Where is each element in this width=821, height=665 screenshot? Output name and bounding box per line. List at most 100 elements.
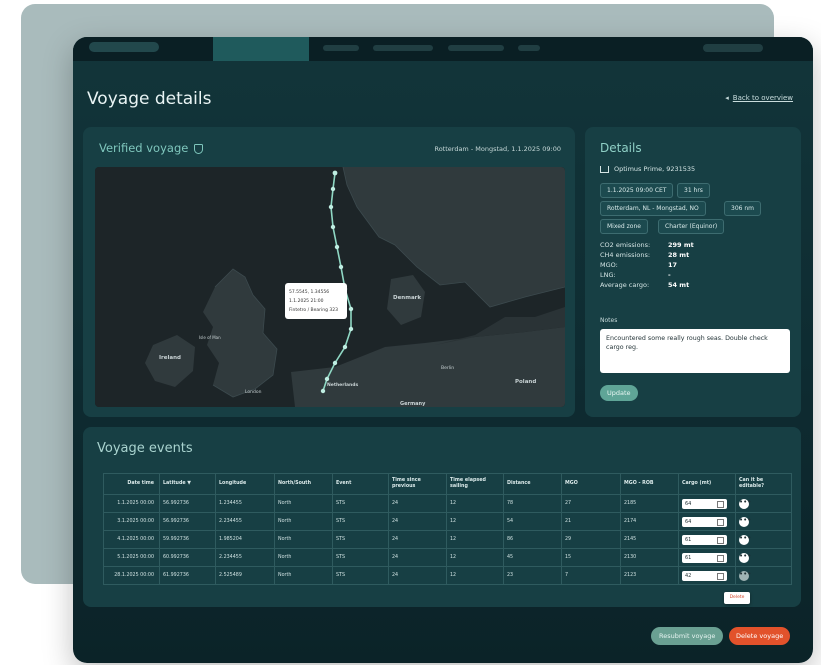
stat-row: MGO: 17: [600, 261, 740, 271]
column-header: Distance: [503, 473, 562, 495]
cell-time-since: 24: [388, 548, 447, 567]
cargo-value: 64: [685, 500, 692, 507]
stat-label: Average cargo:: [600, 281, 650, 289]
cargo-input[interactable]: 42: [682, 570, 727, 581]
cell-mgo: 15: [561, 548, 621, 567]
cell-mgo-rob: 2130: [620, 548, 679, 567]
stat-label: CH4 emissions:: [600, 251, 651, 259]
map-popup-line: 57.5545, 1.34556: [289, 289, 329, 295]
ship-icon: [600, 165, 609, 173]
notes-label: Notes: [600, 317, 618, 324]
more-options-icon[interactable]: •••: [739, 516, 751, 527]
column-header: Date time: [103, 473, 160, 495]
route-point: [332, 360, 338, 366]
route-point: [320, 388, 326, 394]
map-label: Poland: [515, 379, 536, 385]
back-link-label: Back to overview: [732, 94, 793, 102]
route-point: [348, 326, 354, 332]
map-label: Berlin: [441, 365, 454, 371]
stat-row: Average cargo: 54 mt: [600, 281, 740, 291]
stat-label: CO2 emissions:: [600, 241, 651, 249]
cargo-input[interactable]: 61: [682, 552, 727, 563]
cell-actions: •••: [735, 548, 792, 567]
cell-north-south: North: [274, 566, 333, 585]
nav-item[interactable]: [323, 45, 359, 51]
cell-latitude: 56.992736: [159, 512, 216, 531]
notes-textarea[interactable]: Encountered some really rough seas. Doub…: [600, 329, 790, 373]
voyage-map[interactable]: 57.5545, 1.34556 1.1.2025 21:00 Fintetro…: [95, 167, 565, 407]
verified-shield-icon: [194, 143, 204, 154]
cell-latitude: 61.992736: [159, 566, 216, 585]
more-options-icon[interactable]: •••: [739, 498, 751, 509]
route-summary: Rotterdam - Mongstad, 1.1.2025 09:00: [434, 145, 561, 153]
route-point: [334, 244, 340, 250]
delete-tooltip[interactable]: Delete: [724, 592, 750, 604]
route-point: [332, 170, 338, 176]
charter-chip: Charter (Equinor): [658, 219, 725, 234]
cell-time-since: 24: [388, 566, 447, 585]
voyage-events-table: Date time Latitude ▼ Longitude North/Sou…: [103, 473, 792, 585]
cell-datetime: 1.1.2025 00:00: [103, 494, 160, 513]
cell-cargo: 64: [678, 512, 736, 531]
cell-time-elapsed: 12: [446, 494, 504, 513]
route-point: [330, 186, 336, 192]
back-arrow-icon: ◂: [725, 94, 729, 102]
map-popup-line: 1.1.2025 21:00: [289, 298, 324, 304]
cell-longitude: 1.234455: [215, 494, 275, 513]
cargo-input[interactable]: 64: [682, 498, 727, 509]
back-to-overview-link[interactable]: ◂ Back to overview: [725, 94, 793, 102]
table-row: 4.1.2025 00:00 59.992736 1.985204 North …: [103, 530, 792, 549]
nav-item[interactable]: [518, 45, 540, 51]
cell-event: STS: [332, 512, 389, 531]
edit-icon: [717, 518, 724, 526]
stat-value: 28 mt: [668, 251, 690, 259]
column-header: Time since previous: [388, 473, 447, 495]
stat-value: 299 mt: [668, 241, 694, 249]
nav-item[interactable]: [373, 45, 433, 51]
more-options-icon[interactable]: •••: [739, 570, 751, 581]
map-popup-line: Fintetro / Bearing 323: [289, 307, 338, 313]
cell-latitude: 59.992736: [159, 530, 216, 549]
cell-distance: 45: [503, 548, 562, 567]
more-options-icon[interactable]: •••: [739, 552, 751, 563]
details-panel: Details Optimus Prime, 9231535 1.1.2025 …: [585, 127, 801, 417]
delete-voyage-button[interactable]: Delete voyage: [729, 627, 791, 645]
user-menu[interactable]: [703, 44, 763, 52]
verified-voyage-title: Verified voyage: [99, 141, 204, 155]
nav-tab-active[interactable]: [213, 37, 309, 61]
cell-datetime: 3.1.2025 00:00: [103, 512, 160, 531]
cell-time-since: 24: [388, 512, 447, 531]
table-row: 1.1.2025 00:00 56.992736 1.234455 North …: [103, 494, 792, 513]
nav-item[interactable]: [448, 45, 504, 51]
route-chip: Rotterdam, NL - Mongstad, NO: [600, 201, 706, 216]
app-window: Voyage details ◂ Back to overview Verifie…: [73, 37, 813, 663]
cargo-input[interactable]: 61: [682, 534, 727, 545]
more-options-icon[interactable]: •••: [739, 534, 751, 545]
stat-value: 54 mt: [668, 281, 690, 289]
cell-time-since: 24: [388, 494, 447, 513]
cell-actions: •••: [735, 494, 792, 513]
map-label: Isle of Man: [199, 335, 221, 340]
voyage-events-title: Voyage events: [97, 441, 193, 456]
cell-mgo-rob: 2145: [620, 530, 679, 549]
cargo-input[interactable]: 64: [682, 516, 727, 527]
cell-mgo: 7: [561, 566, 621, 585]
map-label: Denmark: [393, 295, 421, 301]
app-logo[interactable]: [89, 42, 159, 52]
resubmit-voyage-button[interactable]: Resubmit voyage: [651, 627, 724, 645]
cell-event: STS: [332, 566, 389, 585]
stat-value: -: [668, 271, 671, 279]
stat-value: 17: [668, 261, 678, 269]
update-button[interactable]: Update: [600, 385, 638, 401]
details-title: Details: [600, 141, 642, 155]
cell-distance: 86: [503, 530, 562, 549]
cell-event: STS: [332, 548, 389, 567]
column-header-latitude[interactable]: Latitude ▼: [159, 473, 216, 495]
table-row: 3.1.2025 00:00 56.992736 2.234455 North …: [103, 512, 792, 531]
cell-longitude: 2.525489: [215, 566, 275, 585]
stat-row: CO2 emissions: 299 mt: [600, 241, 740, 251]
cell-datetime: 5.1.2025 00:00: [103, 548, 160, 567]
cell-latitude: 56.992736: [159, 494, 216, 513]
duration-chip: 31 hrs: [677, 183, 710, 198]
route-point: [342, 344, 348, 350]
